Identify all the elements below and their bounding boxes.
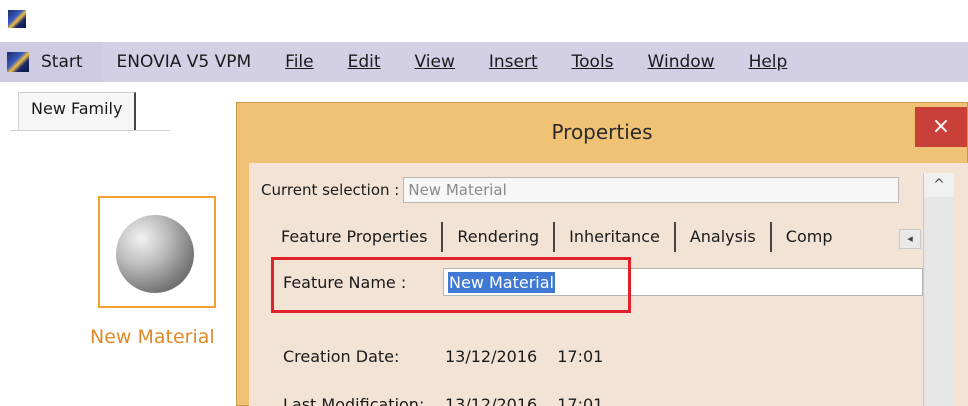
tab-scroll-left-icon[interactable]: ◂ xyxy=(899,229,921,249)
menu-help-label: Help xyxy=(748,52,788,72)
current-selection-field[interactable]: New Material xyxy=(403,177,900,203)
catalog-panel: New Family New Material xyxy=(0,82,240,406)
last-mod-label: Last Modification: xyxy=(283,395,425,406)
menu-insert[interactable]: Insert xyxy=(489,52,538,72)
menu-view-label: View xyxy=(414,52,455,72)
menu-start-label: Start xyxy=(41,52,83,72)
menu-file[interactable]: File xyxy=(285,52,313,72)
menu-file-label: File xyxy=(285,52,314,72)
tab-inheritance[interactable]: Inheritance xyxy=(555,222,676,252)
tab-comp[interactable]: Comp xyxy=(772,222,834,252)
dialog-title: Properties xyxy=(551,120,653,144)
dialog-body: Current selection : New Material ^ Featu… xyxy=(249,163,968,406)
material-thumbnail[interactable] xyxy=(98,196,216,308)
menu-insert-label: Insert xyxy=(488,52,538,72)
menu-edit-label: Edit xyxy=(347,52,381,72)
menu-tools-label: Tools xyxy=(571,52,614,72)
tab-analysis[interactable]: Analysis xyxy=(676,222,772,252)
menu-window-label: Window xyxy=(647,52,715,72)
menu-help[interactable]: Help xyxy=(749,52,788,72)
tab-new-family[interactable]: New Family xyxy=(18,92,137,130)
tab-divider xyxy=(10,130,170,131)
creation-date-value: 13/12/2016 xyxy=(445,347,538,366)
material-sphere-icon xyxy=(116,215,194,293)
menu-start[interactable]: Start xyxy=(0,42,103,82)
current-selection: Current selection : New Material xyxy=(261,177,900,203)
close-button[interactable]: × xyxy=(915,107,967,147)
creation-date-row: Creation Date: 13/12/2016 17:01 xyxy=(283,347,623,366)
menu-enovia[interactable]: ENOVIA V5 VPM xyxy=(117,52,252,72)
highlight-box xyxy=(271,257,631,313)
creation-date-label: Creation Date: xyxy=(283,347,400,366)
title-strip xyxy=(0,0,968,42)
menu-window[interactable]: Window xyxy=(648,52,715,72)
last-mod-time-value: 17:01 xyxy=(557,395,604,406)
current-selection-label: Current selection : xyxy=(261,181,400,199)
creation-time-value: 17:01 xyxy=(557,347,604,366)
last-mod-date-value: 13/12/2016 xyxy=(445,395,538,406)
material-label[interactable]: New Material xyxy=(90,326,215,348)
menu-view[interactable]: View xyxy=(415,52,455,72)
menu-bar: Start ENOVIA V5 VPM File Edit View Inser… xyxy=(0,42,968,82)
catia-logo-icon xyxy=(8,10,26,28)
menu-tools[interactable]: Tools xyxy=(572,52,614,72)
scroll-up-icon[interactable]: ^ xyxy=(924,173,954,197)
last-modification-row: Last Modification: 13/12/2016 17:01 xyxy=(283,395,623,406)
tab-rendering[interactable]: Rendering xyxy=(443,222,556,252)
properties-dialog: Properties × Current selection : New Mat… xyxy=(236,102,968,406)
catia-start-icon xyxy=(7,52,29,72)
tab-feature-properties[interactable]: Feature Properties xyxy=(267,222,444,252)
menu-edit[interactable]: Edit xyxy=(348,52,381,72)
properties-tabs: Feature Properties Rendering Inheritance… xyxy=(267,217,834,257)
